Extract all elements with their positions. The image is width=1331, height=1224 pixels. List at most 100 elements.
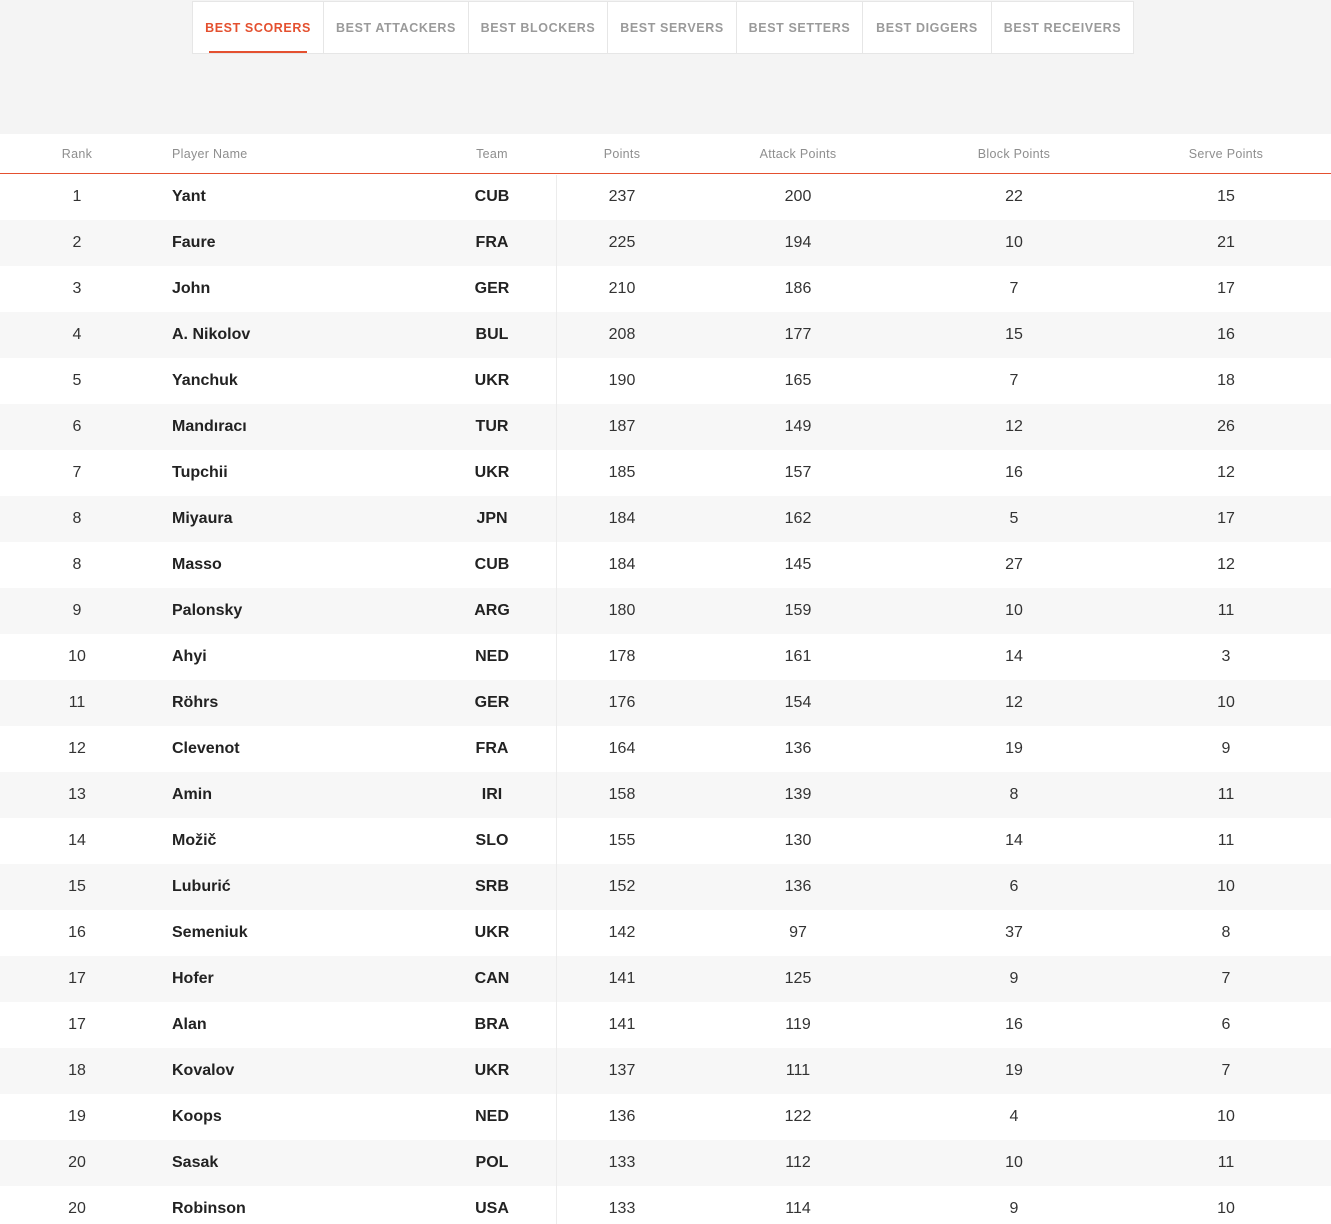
cell-rank: 16 bbox=[68, 924, 86, 941]
header-player-name[interactable]: Player Name bbox=[172, 134, 452, 173]
cell-rank: 10 bbox=[68, 648, 86, 665]
cell-team: SRB bbox=[475, 878, 509, 895]
table-row[interactable]: 8 Miyaura JPN 184 162 5 17 bbox=[0, 496, 1331, 542]
cell-rank: 3 bbox=[72, 280, 82, 297]
table-row[interactable]: 8 Masso CUB 184 145 27 12 bbox=[0, 542, 1331, 588]
table-row[interactable]: 19 Koops NED 136 122 4 10 bbox=[0, 1094, 1331, 1140]
table-row[interactable]: 16 Semeniuk UKR 142 97 37 8 bbox=[0, 910, 1331, 956]
cell-block-points: 6 bbox=[1009, 878, 1019, 895]
cell-points: 141 bbox=[608, 1016, 636, 1033]
tab-best-servers[interactable]: BEST SERVERS bbox=[608, 2, 737, 53]
cell-player-name: Mandıracı bbox=[172, 418, 247, 435]
cell-block-points: 22 bbox=[1005, 188, 1023, 205]
cell-block-points: 14 bbox=[1005, 648, 1023, 665]
cell-block-points: 10 bbox=[1005, 602, 1023, 619]
cell-block-points: 10 bbox=[1005, 234, 1023, 251]
cell-rank: 14 bbox=[68, 832, 86, 849]
table-row[interactable]: 10 Ahyi NED 178 161 14 3 bbox=[0, 634, 1331, 680]
tab-best-attackers[interactable]: BEST ATTACKERS bbox=[324, 2, 469, 53]
cell-attack-points: 177 bbox=[784, 326, 812, 343]
cell-points: 187 bbox=[608, 418, 636, 435]
cell-attack-points: 145 bbox=[784, 556, 812, 573]
table-row[interactable]: 11 Röhrs GER 176 154 12 10 bbox=[0, 680, 1331, 726]
cell-serve-points: 7 bbox=[1221, 1062, 1231, 1079]
tab-best-setters[interactable]: BEST SETTERS bbox=[737, 2, 863, 53]
page: BEST SCORERS BEST ATTACKERS BEST BLOCKER… bbox=[0, 0, 1331, 1224]
cell-team: NED bbox=[475, 1108, 509, 1125]
cell-block-points: 9 bbox=[1009, 970, 1019, 987]
cell-attack-points: 136 bbox=[784, 740, 812, 757]
cell-player-name: Masso bbox=[172, 556, 222, 573]
cell-rank: 8 bbox=[72, 556, 82, 573]
table-row[interactable]: 2 Faure FRA 225 194 10 21 bbox=[0, 220, 1331, 266]
cell-player-name: Faure bbox=[172, 234, 216, 251]
table-row[interactable]: 3 John GER 210 186 7 17 bbox=[0, 266, 1331, 312]
header-attack-points[interactable]: Attack Points bbox=[718, 134, 878, 173]
cell-team: GER bbox=[474, 280, 510, 297]
cell-team: CUB bbox=[474, 188, 510, 205]
header-rank[interactable]: Rank bbox=[27, 134, 127, 173]
cell-rank: 1 bbox=[72, 188, 82, 205]
table-row[interactable]: 17 Alan BRA 141 119 16 6 bbox=[0, 1002, 1331, 1048]
table-row[interactable]: 20 Robinson USA 133 114 9 10 bbox=[0, 1186, 1331, 1224]
cell-player-name: Palonsky bbox=[172, 602, 243, 619]
table-row[interactable]: 9 Palonsky ARG 180 159 10 11 bbox=[0, 588, 1331, 634]
cell-points: 210 bbox=[608, 280, 636, 297]
cell-team: BRA bbox=[474, 1016, 510, 1033]
table-row[interactable]: 15 Luburić SRB 152 136 6 10 bbox=[0, 864, 1331, 910]
cell-attack-points: 157 bbox=[784, 464, 812, 481]
table-row[interactable]: 20 Sasak POL 133 112 10 11 bbox=[0, 1140, 1331, 1186]
tab-best-blockers[interactable]: BEST BLOCKERS bbox=[469, 2, 608, 53]
cell-serve-points: 10 bbox=[1217, 1108, 1235, 1125]
cell-player-name: Robinson bbox=[172, 1200, 246, 1217]
table-row[interactable]: 5 Yanchuk UKR 190 165 7 18 bbox=[0, 358, 1331, 404]
table-row[interactable]: 17 Hofer CAN 141 125 9 7 bbox=[0, 956, 1331, 1002]
cell-attack-points: 161 bbox=[784, 648, 812, 665]
cell-serve-points: 7 bbox=[1221, 970, 1231, 987]
header-serve-points[interactable]: Serve Points bbox=[1146, 134, 1306, 173]
cell-block-points: 7 bbox=[1009, 372, 1019, 389]
table-row[interactable]: 13 Amin IRI 158 139 8 11 bbox=[0, 772, 1331, 818]
cell-points: 155 bbox=[608, 832, 636, 849]
table-row[interactable]: 1 Yant CUB 237 200 22 15 bbox=[0, 174, 1331, 220]
cell-block-points: 9 bbox=[1009, 1200, 1019, 1217]
cell-team: FRA bbox=[475, 740, 509, 757]
table-row[interactable]: 4 A. Nikolov BUL 208 177 15 16 bbox=[0, 312, 1331, 358]
cell-block-points: 16 bbox=[1005, 464, 1023, 481]
cell-serve-points: 16 bbox=[1217, 326, 1235, 343]
cell-rank: 5 bbox=[72, 372, 82, 389]
header-team[interactable]: Team bbox=[442, 134, 542, 173]
cell-block-points: 12 bbox=[1005, 418, 1023, 435]
cell-rank: 2 bbox=[72, 234, 82, 251]
table-row[interactable]: 18 Kovalov UKR 137 111 19 7 bbox=[0, 1048, 1331, 1094]
cell-attack-points: 119 bbox=[785, 1016, 811, 1033]
cell-block-points: 19 bbox=[1005, 740, 1023, 757]
cell-team: NED bbox=[475, 648, 509, 665]
cell-serve-points: 11 bbox=[1217, 1154, 1235, 1171]
cell-rank: 4 bbox=[72, 326, 82, 343]
cell-block-points: 16 bbox=[1005, 1016, 1023, 1033]
cell-rank: 12 bbox=[68, 740, 86, 757]
cell-rank: 7 bbox=[72, 464, 82, 481]
tab-best-scorers[interactable]: BEST SCORERS bbox=[193, 2, 324, 53]
cell-rank: 20 bbox=[68, 1154, 86, 1171]
header-points[interactable]: Points bbox=[572, 134, 672, 173]
table-row[interactable]: 7 Tupchii UKR 185 157 16 12 bbox=[0, 450, 1331, 496]
cell-block-points: 4 bbox=[1009, 1108, 1019, 1125]
header-block-points[interactable]: Block Points bbox=[934, 134, 1094, 173]
cell-attack-points: 165 bbox=[784, 372, 812, 389]
tab-best-diggers[interactable]: BEST DIGGERS bbox=[863, 2, 992, 53]
cell-serve-points: 12 bbox=[1217, 464, 1235, 481]
cell-points: 185 bbox=[608, 464, 636, 481]
table-row[interactable]: 12 Clevenot FRA 164 136 19 9 bbox=[0, 726, 1331, 772]
tab-best-receivers[interactable]: BEST RECEIVERS bbox=[992, 2, 1133, 53]
table-row[interactable]: 14 Možič SLO 155 130 14 11 bbox=[0, 818, 1331, 864]
cell-serve-points: 9 bbox=[1221, 740, 1231, 757]
table-body: 1 Yant CUB 237 200 22 15 2 Faure FRA 225 194 10 21 3 Jo… bbox=[0, 174, 1331, 1224]
cell-serve-points: 3 bbox=[1221, 648, 1231, 665]
cell-block-points: 12 bbox=[1005, 694, 1023, 711]
cell-team: POL bbox=[475, 1154, 509, 1171]
table-row[interactable]: 6 Mandıracı TUR 187 149 12 26 bbox=[0, 404, 1331, 450]
cell-serve-points: 17 bbox=[1217, 510, 1235, 527]
cell-points: 237 bbox=[608, 188, 636, 205]
